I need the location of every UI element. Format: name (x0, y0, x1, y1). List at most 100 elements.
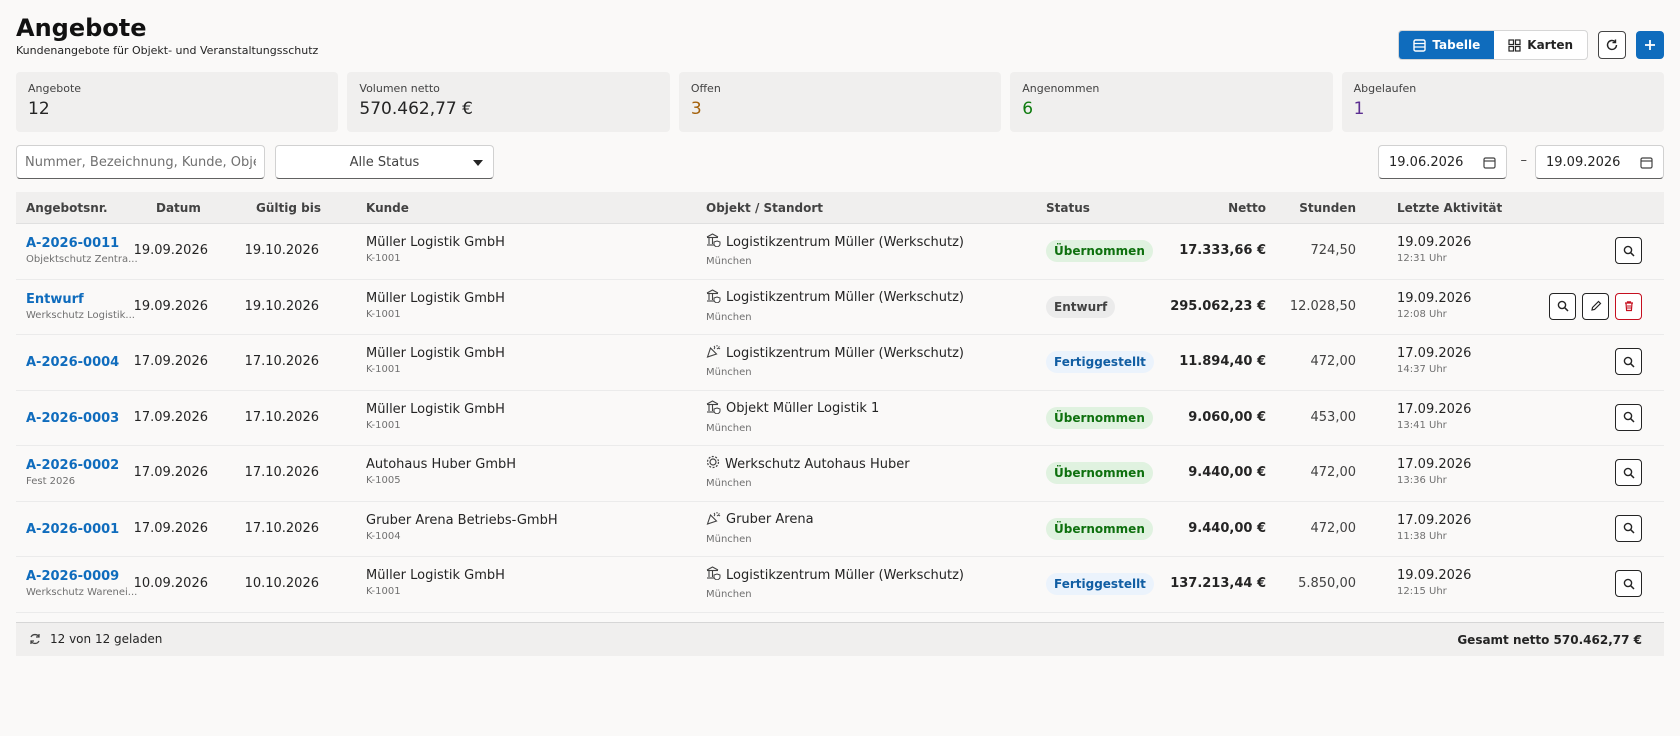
object-city: München (706, 533, 752, 545)
cell-netto: 9.440,00 € (1188, 465, 1266, 480)
table-icon (1413, 38, 1427, 52)
cell-gueltig-bis: 19.10.2026 (244, 243, 319, 258)
column-header[interactable]: Datum (156, 201, 201, 215)
cell-objekt: Logistikzentrum Müller (Werkschutz) Münc… (706, 233, 964, 267)
activity-date: 19.09.2026 (1397, 235, 1472, 250)
date-to-field[interactable]: 19.09.2026 (1535, 145, 1664, 179)
column-header[interactable]: Netto (1228, 201, 1266, 215)
refresh-button[interactable] (1598, 31, 1626, 59)
table-row[interactable]: A-2026-0002 Fest 2026 17.09.2026 17.10.2… (16, 446, 1664, 502)
view-cards-button[interactable]: Karten (1494, 31, 1587, 59)
cell-datum: 19.09.2026 (133, 298, 208, 314)
table-body: A-2026-0011 Objektschutz Zentra... 19.09… (16, 224, 1664, 613)
column-header[interactable]: Stunden (1299, 201, 1356, 215)
stat-value: 12 (28, 99, 50, 119)
customer-number: K-1004 (366, 530, 401, 542)
view-button[interactable] (1615, 237, 1642, 264)
status-dropdown[interactable]: Alle Status (275, 145, 494, 179)
row-actions (1615, 237, 1642, 264)
status-badge: Fertiggestellt (1046, 351, 1154, 373)
object-city: München (706, 422, 752, 434)
view-button[interactable] (1615, 570, 1642, 597)
offer-number-link[interactable]: A-2026-0001 (26, 522, 119, 537)
column-header[interactable]: Angebotsnr. (26, 201, 108, 215)
view-button[interactable] (1549, 292, 1576, 320)
table-row[interactable]: A-2026-0001 17.09.2026 17.10.2026 Gruber… (16, 502, 1664, 557)
offer-number-link[interactable]: A-2026-0009 (26, 569, 146, 584)
add-offer-button[interactable] (1636, 31, 1664, 59)
offer-number-link[interactable]: A-2026-0011 (26, 236, 146, 251)
stat-label: Offen (690, 82, 721, 95)
view-table-label: Tabelle (1432, 38, 1481, 52)
column-header[interactable]: Gültig bis (256, 201, 321, 215)
customer-number: K-1001 (366, 419, 401, 431)
view-table-button[interactable]: Tabelle (1399, 31, 1495, 59)
cell-datum: 17.09.2026 (133, 465, 208, 480)
column-header[interactable]: Objekt / Standort (706, 201, 823, 215)
object-city: München (706, 367, 752, 378)
cell-status: Übernommen (1046, 406, 1153, 429)
cell-letzte-aktivitaet: 17.09.2026 11:38 Uhr (1397, 513, 1471, 542)
object-name: Objekt Müller Logistik 1 (726, 401, 880, 416)
object-name: Logistikzentrum Müller (Werkschutz) (726, 345, 964, 361)
view-button[interactable] (1615, 403, 1642, 431)
date-to-value: 19.09.2026 (1546, 154, 1621, 170)
column-header[interactable]: Letzte Aktivität (1397, 201, 1502, 215)
cell-kunde: Gruber Arena Betriebs-GmbH K-1004 (366, 513, 558, 542)
search-input[interactable] (16, 145, 265, 179)
status-dropdown-value: Alle Status (349, 154, 420, 170)
activity-time: 12:08 Uhr (1397, 308, 1447, 320)
view-button[interactable] (1615, 348, 1642, 375)
filter-bar: Alle Status 19.06.2026 – 19.09.2026 (16, 145, 1664, 179)
calendar-icon (1483, 156, 1496, 169)
date-separator: – (1520, 153, 1528, 168)
cell-netto: 9.060,00 € (1188, 409, 1266, 425)
cell-status: Übernommen (1046, 517, 1153, 540)
cell-objekt: Werkschutz Autohaus Huber München (706, 455, 910, 489)
cell-stunden: 472,00 (1310, 354, 1357, 369)
caret-down-icon (473, 160, 483, 166)
activity-time: 13:36 Uhr (1397, 475, 1447, 486)
cell-angebotsnr: A-2026-0001 (26, 522, 119, 537)
cell-kunde: Müller Logistik GmbH K-1001 (366, 402, 505, 431)
table-row[interactable]: A-2026-0011 Objektschutz Zentra... 19.09… (16, 224, 1664, 280)
table-row[interactable]: A-2026-0004 17.09.2026 17.10.2026 Müller… (16, 335, 1664, 391)
customer-number: K-1005 (366, 475, 401, 486)
cell-netto: 9.440,00 € (1188, 520, 1266, 536)
table-row[interactable]: A-2026-0003 17.09.2026 17.10.2026 Müller… (16, 391, 1664, 446)
offer-number-link[interactable]: A-2026-0003 (26, 411, 119, 426)
customer-name: Müller Logistik GmbH (366, 235, 505, 250)
table-row[interactable]: Entwurf Werkschutz Logistik... 19.09.202… (16, 280, 1664, 335)
search-icon (1623, 578, 1635, 590)
offer-number-link[interactable]: A-2026-0002 (26, 458, 146, 473)
offer-number-link[interactable]: A-2026-0004 (26, 355, 119, 370)
offer-number-link[interactable]: Entwurf (26, 292, 146, 307)
cell-status: Übernommen (1046, 240, 1153, 262)
object-city: München (706, 478, 752, 489)
trash-icon (1624, 301, 1633, 312)
edit-button[interactable] (1582, 292, 1609, 320)
status-badge: Übernommen (1046, 240, 1153, 262)
column-header[interactable]: Kunde (366, 201, 409, 215)
cell-status: Fertiggestellt (1046, 573, 1154, 595)
status-badge: Fertiggestellt (1046, 573, 1154, 595)
cell-gueltig-bis: 17.10.2026 (244, 409, 319, 425)
date-from-field[interactable]: 19.06.2026 (1378, 145, 1507, 179)
cell-letzte-aktivitaet: 19.09.2026 12:15 Uhr (1397, 568, 1471, 597)
column-header[interactable]: Status (1046, 201, 1090, 215)
stat-label: Abgelaufen (1353, 82, 1417, 95)
cell-gueltig-bis: 17.10.2026 (244, 520, 319, 536)
view-button[interactable] (1615, 459, 1642, 486)
table-row[interactable]: A-2026-0009 Werkschutz Warenei... 10.09.… (16, 557, 1664, 613)
stat-label: Volumen netto (359, 82, 440, 95)
party-popper-icon (706, 511, 721, 529)
customer-number: K-1001 (366, 253, 401, 264)
calendar-icon (1640, 156, 1653, 169)
offer-description: Fest 2026 (26, 476, 76, 487)
activity-time: 14:37 Uhr (1397, 364, 1447, 375)
delete-button[interactable] (1615, 292, 1642, 320)
view-button[interactable] (1615, 514, 1642, 542)
cell-objekt: Objekt Müller Logistik 1 München (706, 399, 880, 434)
cell-objekt: Gruber Arena München (706, 511, 814, 545)
plus-icon (1645, 40, 1655, 50)
